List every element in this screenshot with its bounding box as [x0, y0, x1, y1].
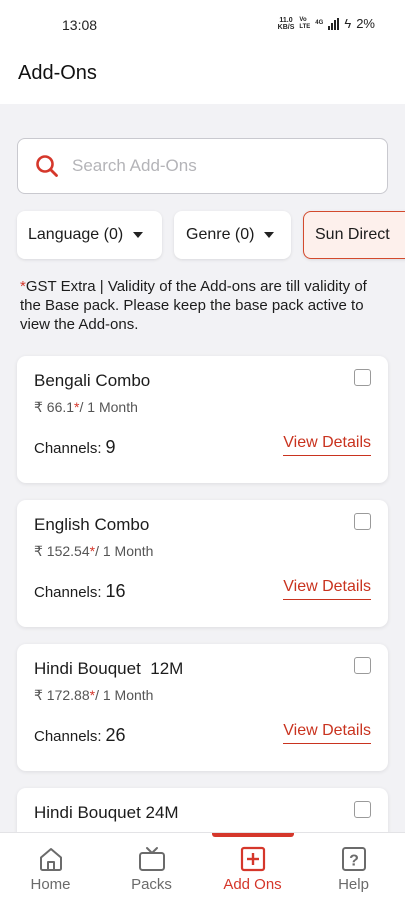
- addon-card[interactable]: Hindi Bouquet 12M ₹ 172.88*/ 1 Month Cha…: [17, 644, 388, 771]
- help-icon: ?: [341, 847, 366, 871]
- network-type: 4G: [315, 20, 324, 26]
- addon-channels: Channels: 9: [34, 437, 116, 458]
- addon-checkbox[interactable]: [354, 801, 371, 818]
- channels-label: Channels:: [34, 584, 102, 601]
- network-speed-value: 11.0: [279, 16, 293, 24]
- nav-help-label: Help: [338, 876, 369, 893]
- network-speed: 11.0 KB/S: [278, 17, 295, 31]
- svg-text:?: ?: [349, 853, 359, 870]
- addon-price-value: ₹ 172.88: [34, 687, 90, 703]
- battery-percent: 2%: [356, 16, 375, 31]
- addon-price: ₹ 152.54*/ 1 Month: [34, 543, 153, 560]
- sun-direct-filter[interactable]: Sun Direct: [303, 211, 405, 259]
- dropdown-arrow-icon: [264, 232, 275, 238]
- status-time: 13:08: [62, 17, 98, 33]
- addon-card[interactable]: Bengali Combo ₹ 66.1*/ 1 Month Channels:…: [17, 356, 388, 483]
- network-speed-unit: KB/S: [277, 23, 295, 31]
- app-header: Add-Ons: [0, 50, 405, 104]
- search-box[interactable]: [17, 138, 388, 194]
- addon-price-value: ₹ 66.1: [34, 399, 75, 415]
- view-details-link[interactable]: View Details: [283, 434, 371, 456]
- language-filter[interactable]: Language (0): [17, 211, 162, 259]
- gst-validity-note: *GST Extra | Validity of the Add-ons are…: [20, 277, 390, 334]
- tv-icon: [138, 847, 165, 871]
- addon-price: ₹ 66.1*/ 1 Month: [34, 399, 138, 416]
- view-details-link[interactable]: View Details: [283, 578, 371, 600]
- nav-add-ons[interactable]: Add Ons: [202, 833, 303, 900]
- charging-icon: ϟ: [344, 16, 352, 31]
- nav-packs[interactable]: Packs: [101, 833, 202, 900]
- signal-icon: [328, 17, 340, 30]
- addon-channels: Channels: 26: [34, 725, 126, 746]
- view-details-link[interactable]: View Details: [283, 722, 371, 744]
- addon-checkbox[interactable]: [354, 657, 371, 674]
- sun-direct-filter-label: Sun Direct: [315, 226, 390, 243]
- note-text: GST Extra | Validity of the Add-ons are …: [20, 278, 367, 333]
- language-filter-label: Language (0): [28, 226, 124, 243]
- nav-packs-label: Packs: [131, 876, 172, 893]
- addon-name: Hindi Bouquet 24M: [34, 803, 179, 822]
- nav-add-ons-label: Add Ons: [223, 876, 282, 893]
- status-bar: 13:08 11.0 KB/S Vo LTE 4G ϟ 2%: [0, 0, 405, 50]
- status-icons: 11.0 KB/S Vo LTE 4G ϟ 2%: [278, 16, 375, 31]
- channels-count: 26: [105, 725, 126, 745]
- addon-name: English Combo: [34, 515, 150, 534]
- addon-checkbox[interactable]: [354, 369, 371, 386]
- channels-label: Channels:: [34, 440, 102, 457]
- addon-card[interactable]: English Combo ₹ 152.54*/ 1 Month Channel…: [17, 500, 388, 627]
- channels-label: Channels:: [34, 728, 102, 745]
- home-icon: [39, 848, 62, 871]
- add-box-icon: [240, 846, 265, 872]
- channels-count: 16: [105, 581, 126, 601]
- nav-help[interactable]: ? Help: [303, 833, 404, 900]
- addon-channels: Channels: 16: [34, 581, 126, 602]
- addon-duration: / 1 Month: [95, 543, 154, 559]
- addon-name: Bengali Combo: [34, 371, 151, 390]
- dropdown-arrow-icon: [133, 232, 144, 238]
- addon-duration: / 1 Month: [79, 399, 138, 415]
- genre-filter-label: Genre (0): [186, 226, 255, 243]
- addon-price-value: ₹ 152.54: [34, 543, 90, 559]
- volte-top: Vo: [299, 16, 307, 23]
- search-icon: [36, 155, 58, 177]
- page-title: Add-Ons: [18, 62, 97, 84]
- nav-home-label: Home: [30, 876, 71, 893]
- volte-bottom: LTE: [299, 23, 311, 30]
- addon-price: ₹ 172.88*/ 1 Month: [34, 687, 153, 704]
- addon-checkbox[interactable]: [354, 513, 371, 530]
- addon-name: Hindi Bouquet 12M: [34, 659, 184, 678]
- channels-count: 9: [105, 437, 116, 457]
- genre-filter[interactable]: Genre (0): [174, 211, 291, 259]
- bottom-nav: Home Packs Add Ons ? Help: [0, 832, 405, 900]
- volte-icon: Vo LTE: [299, 17, 310, 31]
- search-input[interactable]: [72, 156, 352, 176]
- nav-home[interactable]: Home: [0, 833, 101, 900]
- addon-duration: / 1 Month: [95, 687, 154, 703]
